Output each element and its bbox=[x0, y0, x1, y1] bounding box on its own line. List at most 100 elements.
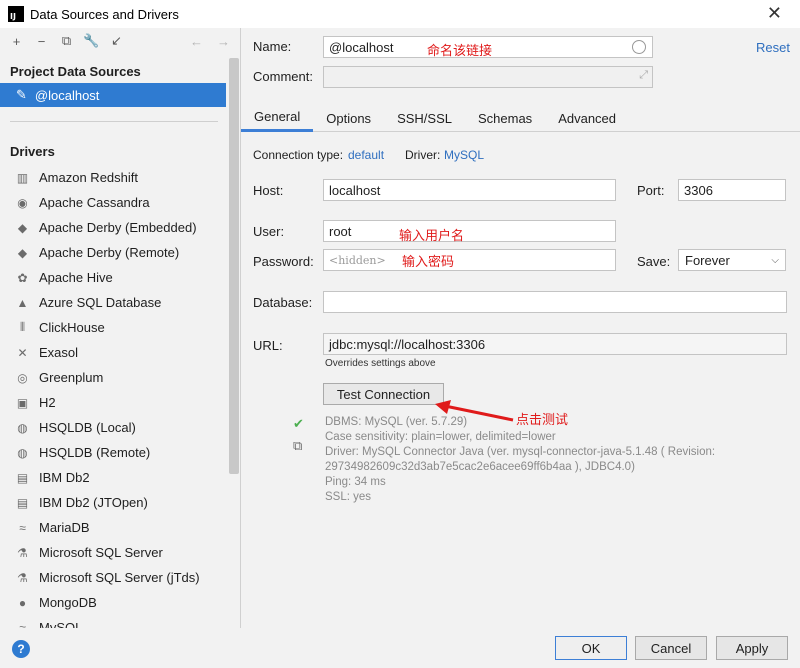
driver-icon: ▤ bbox=[16, 470, 29, 485]
tab-options[interactable]: Options bbox=[313, 104, 384, 132]
driver-item[interactable]: ◍ HSQLDB (Remote) bbox=[0, 440, 240, 465]
driver-item[interactable]: ◆ Apache Derby (Embedded) bbox=[0, 215, 240, 240]
driver-icon: ≈ bbox=[19, 620, 26, 629]
driver-item[interactable]: ≈ MariaDB bbox=[0, 515, 240, 540]
save-select[interactable]: Forever ⌵ bbox=[678, 249, 786, 271]
expand-icon[interactable]: ⤢ bbox=[639, 69, 648, 82]
comment-input[interactable]: ⤢ bbox=[323, 66, 653, 88]
left-toolbar: + − ⧉ 🔧 ↙ ← → bbox=[0, 28, 240, 54]
driver-item[interactable]: ◎ Greenplum bbox=[0, 365, 240, 390]
password-annotation: 输入密码 bbox=[402, 255, 455, 270]
driver-link[interactable]: MySQL bbox=[444, 148, 484, 162]
driver-icon: ◉ bbox=[17, 195, 28, 210]
import-icon[interactable]: ↙ bbox=[108, 33, 125, 49]
driver-icon: ◍ bbox=[17, 420, 28, 435]
host-label: Host: bbox=[253, 183, 284, 198]
ok-button[interactable]: OK bbox=[555, 636, 627, 660]
user-annotation: 输入用户名 bbox=[399, 229, 465, 244]
driver-label: Apache Cassandra bbox=[39, 195, 150, 210]
wrench-icon[interactable]: 🔧 bbox=[83, 33, 100, 49]
driver-icon: ◎ bbox=[17, 370, 28, 385]
driver-item[interactable]: ◍ HSQLDB (Local) bbox=[0, 415, 240, 440]
connection-type-link[interactable]: default bbox=[348, 148, 384, 162]
database-input[interactable] bbox=[323, 291, 787, 313]
help-icon[interactable]: ? bbox=[12, 640, 30, 658]
driver-icon: ⦀ bbox=[19, 320, 26, 334]
port-value: 3306 bbox=[684, 182, 713, 198]
name-value: @localhost bbox=[329, 39, 394, 55]
result-line: Ping: 34 ms bbox=[325, 476, 386, 488]
data-source-localhost[interactable]: ✎ @localhost bbox=[0, 83, 226, 107]
driver-item[interactable]: ● MongoDB bbox=[0, 590, 240, 615]
tab-schemas[interactable]: Schemas bbox=[465, 104, 545, 132]
driver-item[interactable]: ✕ Exasol bbox=[0, 340, 240, 365]
password-label: Password: bbox=[253, 254, 314, 269]
back-arrow-icon[interactable]: ← bbox=[188, 34, 205, 49]
dialog-footer: OK Cancel Apply bbox=[241, 628, 800, 668]
driver-item[interactable]: ≈ MySQL bbox=[0, 615, 240, 628]
driver-label: Apache Hive bbox=[39, 270, 113, 285]
driver-item[interactable]: ◉ Apache Cassandra bbox=[0, 190, 240, 215]
left-panel: + − ⧉ 🔧 ↙ ← → Project Data Sources ✎ @lo… bbox=[0, 28, 241, 628]
driver-item[interactable]: ◆ Apache Derby (Remote) bbox=[0, 240, 240, 265]
driver-item[interactable]: ▲ Azure SQL Database bbox=[0, 290, 240, 315]
apply-button[interactable]: Apply bbox=[716, 636, 788, 660]
driver-icon: ◍ bbox=[17, 445, 28, 460]
driver-item[interactable]: ⦀ ClickHouse bbox=[0, 315, 240, 340]
remove-icon[interactable]: − bbox=[33, 34, 50, 49]
driver-item[interactable]: ⚗ Microsoft SQL Server bbox=[0, 540, 240, 565]
data-source-label: @localhost bbox=[34, 87, 100, 103]
driver-icon: ▣ bbox=[16, 395, 29, 410]
url-input[interactable]: jdbc:mysql://localhost:3306 bbox=[323, 333, 787, 355]
forward-arrow-icon[interactable]: → bbox=[215, 34, 232, 49]
driver-item[interactable]: ▤ IBM Db2 bbox=[0, 465, 240, 490]
result-line: 29734982609c32d3ab7e5cac2e6acee69ff6b4aa… bbox=[325, 461, 635, 473]
reset-link[interactable]: Reset bbox=[756, 40, 790, 55]
driver-item[interactable]: ✿ Apache Hive bbox=[0, 265, 240, 290]
driver-label: Apache Derby (Embedded) bbox=[39, 220, 197, 235]
tab-advanced[interactable]: Advanced bbox=[545, 104, 629, 132]
driver-icon: ⚗ bbox=[17, 570, 28, 585]
duplicate-icon[interactable]: ⧉ bbox=[58, 33, 75, 49]
driver-label: H2 bbox=[39, 395, 56, 410]
driver-label: MariaDB bbox=[39, 520, 90, 535]
driver-label: Microsoft SQL Server (jTds) bbox=[39, 570, 200, 585]
copy-icon[interactable]: ⧉ bbox=[293, 438, 302, 454]
host-input[interactable]: localhost bbox=[323, 179, 616, 201]
test-annotation: 点击测试 bbox=[516, 413, 569, 428]
left-scrollbar[interactable] bbox=[229, 58, 239, 474]
driver-label: HSQLDB (Remote) bbox=[39, 445, 151, 460]
driver-list: ▥ Amazon Redshift ◉ Apache Cassandra ◆ Apac… bbox=[0, 165, 240, 628]
test-connection-button[interactable]: Test Connection bbox=[323, 383, 444, 405]
connection-type-label: Connection type: bbox=[253, 148, 344, 162]
name-status-circle-icon bbox=[632, 40, 646, 54]
driver-item[interactable]: ▥ Amazon Redshift bbox=[0, 165, 240, 190]
port-input[interactable]: 3306 bbox=[678, 179, 786, 201]
driver-label: Exasol bbox=[39, 345, 79, 360]
password-input[interactable]: <hidden> bbox=[323, 249, 616, 271]
user-label: User: bbox=[253, 224, 285, 239]
driver-label: Azure SQL Database bbox=[39, 295, 162, 310]
database-label: Database: bbox=[253, 295, 313, 310]
driver-label: ClickHouse bbox=[39, 320, 105, 335]
driver-icon: ● bbox=[18, 595, 27, 610]
add-icon[interactable]: + bbox=[8, 34, 25, 49]
driver-item[interactable]: ▤ IBM Db2 (JTOpen) bbox=[0, 490, 240, 515]
close-icon[interactable]: ✕ bbox=[767, 3, 782, 24]
driver-icon: ▲ bbox=[16, 295, 29, 310]
divider bbox=[10, 121, 218, 122]
result-line: DBMS: MySQL (ver. 5.7.29) bbox=[325, 416, 468, 428]
user-input[interactable]: root bbox=[323, 220, 616, 242]
driver-label: IBM Db2 bbox=[39, 470, 90, 485]
tab-general[interactable]: General bbox=[241, 104, 314, 132]
user-value: root bbox=[329, 223, 352, 239]
driver-icon: ✿ bbox=[17, 270, 28, 285]
cancel-button[interactable]: Cancel bbox=[635, 636, 707, 660]
driver-label: IBM Db2 (JTOpen) bbox=[39, 495, 148, 510]
result-line: Case sensitivity: plain=lower, delimited… bbox=[325, 431, 556, 443]
tab-ssh-ssl[interactable]: SSH/SSL bbox=[384, 104, 465, 132]
driver-item[interactable]: ⚗ Microsoft SQL Server (jTds) bbox=[0, 565, 240, 590]
url-label: URL: bbox=[253, 338, 283, 353]
driver-item[interactable]: ▣ H2 bbox=[0, 390, 240, 415]
result-line: Driver: MySQL Connector Java (ver. mysql… bbox=[325, 446, 716, 458]
